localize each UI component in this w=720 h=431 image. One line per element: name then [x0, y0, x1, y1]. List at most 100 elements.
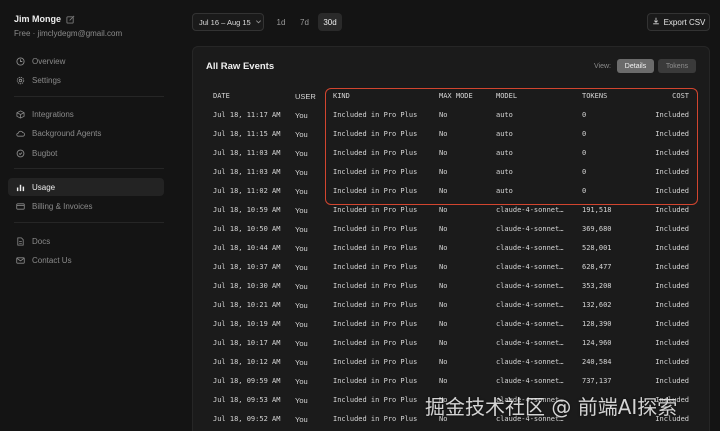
table-row[interactable]: Jul 18, 10:30 AM You Included in Pro Plus N…: [206, 282, 696, 301]
cell-model: auto: [496, 111, 513, 119]
range-button-1d[interactable]: 1d: [272, 13, 290, 31]
cell-user: You: [295, 339, 308, 348]
cell-kind: Included in Pro Plus: [333, 111, 418, 119]
cell-tokens: 0: [582, 168, 587, 176]
cell-tokens: 128,390: [582, 320, 612, 328]
table-row[interactable]: Jul 18, 10:21 AM You Included in Pro Plus N…: [206, 301, 696, 320]
table-row[interactable]: Jul 18, 10:59 AM You Included in Pro Plus N…: [206, 206, 696, 225]
cell-max-mode: No: [439, 263, 448, 271]
cell-model: claude-4-sonnet…: [496, 377, 564, 385]
sidebar-item-bugbot[interactable]: Bugbot: [8, 144, 164, 162]
cell-tokens: 737,137: [582, 377, 612, 385]
sidebar-item-label: Background Agents: [32, 129, 102, 138]
header-cost[interactable]: COST: [672, 92, 689, 100]
cell-user: You: [295, 111, 308, 120]
header-date[interactable]: DATE: [213, 92, 230, 100]
table-row[interactable]: Jul 18, 11:03 AM You Included in Pro Plus N…: [206, 149, 696, 168]
cell-user: You: [295, 130, 308, 139]
header-tokens[interactable]: TOKENS: [582, 92, 607, 100]
sidebar-item-label: Docs: [32, 236, 51, 246]
cell-user: You: [295, 263, 308, 272]
cell-date: Jul 18, 09:53 AM: [213, 396, 281, 404]
sidebar-item-docs[interactable]: Docs: [8, 232, 164, 250]
download-icon: [652, 17, 660, 27]
sidebar-item-integrations[interactable]: Integrations: [8, 105, 164, 123]
cell-user: You: [295, 149, 308, 158]
cell-date: Jul 18, 10:21 AM: [213, 301, 281, 309]
nav-group-main: Overview Settings: [8, 52, 164, 91]
table-header: DATE USER KIND MAX MODE MODEL TOKENS COS…: [206, 92, 696, 111]
export-csv-button[interactable]: Export CSV: [647, 13, 710, 31]
header-model[interactable]: MODEL: [496, 92, 517, 100]
table-row[interactable]: Jul 18, 10:44 AM You Included in Pro Plus N…: [206, 244, 696, 263]
table-row[interactable]: Jul 18, 11:15 AM You Included in Pro Plus N…: [206, 130, 696, 149]
sidebar-divider: [14, 168, 164, 169]
cell-date: Jul 18, 09:52 AM: [213, 415, 281, 423]
cell-user: You: [295, 358, 308, 367]
cell-kind: Included in Pro Plus: [333, 244, 418, 252]
sidebar-item-billing[interactable]: Billing & Invoices: [8, 198, 164, 216]
user-name: Jim Monge: [14, 14, 62, 24]
sidebar-divider: [14, 222, 164, 223]
cell-date: Jul 18, 10:50 AM: [213, 225, 281, 233]
cell-max-mode: No: [439, 339, 448, 347]
cell-max-mode: No: [439, 377, 448, 385]
cell-model: auto: [496, 187, 513, 195]
date-range-picker[interactable]: Jul 16 – Aug 15: [192, 13, 264, 31]
cell-user: You: [295, 244, 308, 253]
date-range-value: Jul 16 – Aug 15: [199, 17, 251, 27]
cell-max-mode: No: [439, 358, 448, 366]
cell-tokens: 369,680: [582, 225, 612, 233]
gear-icon: [16, 76, 25, 85]
cell-cost: Included: [655, 263, 689, 271]
range-button-7d[interactable]: 7d: [295, 13, 314, 31]
cell-date: Jul 18, 10:59 AM: [213, 206, 281, 214]
cell-date: Jul 18, 10:12 AM: [213, 358, 281, 366]
cell-kind: Included in Pro Plus: [333, 282, 418, 290]
view-details-button[interactable]: Details: [617, 59, 654, 73]
sidebar-item-settings[interactable]: Settings: [8, 72, 164, 90]
cell-cost: Included: [655, 358, 689, 366]
sidebar-item-overview[interactable]: Overview: [8, 52, 164, 70]
table-row[interactable]: Jul 18, 10:37 AM You Included in Pro Plus N…: [206, 263, 696, 282]
cell-date: Jul 18, 10:37 AM: [213, 263, 281, 271]
table-row[interactable]: Jul 18, 11:02 AM You Included in Pro Plus N…: [206, 187, 696, 206]
range-button-30d[interactable]: 30d: [318, 13, 342, 31]
sidebar-item-label: Contact Us: [32, 256, 72, 265]
user-block: Jim Monge Free · jimclydegm@gmail.com: [14, 14, 122, 38]
cell-model: claude-4-sonnet…: [496, 301, 564, 309]
cell-cost: Included: [655, 320, 689, 328]
cell-date: Jul 18, 11:03 AM: [213, 168, 281, 176]
table-row[interactable]: Jul 18, 10:19 AM You Included in Pro Plus N…: [206, 320, 696, 339]
card-icon: [16, 202, 25, 211]
events-table: DATE USER KIND MAX MODE MODEL TOKENS COS…: [206, 92, 696, 431]
header-kind[interactable]: KIND: [333, 92, 350, 100]
sidebar-item-contact[interactable]: Contact Us: [8, 252, 164, 270]
cell-model: claude-4-sonnet…: [496, 282, 564, 290]
header-max-mode[interactable]: MAX MODE: [439, 92, 473, 100]
sidebar-item-background-agents[interactable]: Background Agents: [8, 125, 164, 143]
sidebar: Jim Monge Free · jimclydegm@gmail.com Ov…: [0, 0, 172, 431]
table-row[interactable]: Jul 18, 11:03 AM You Included in Pro Plus N…: [206, 168, 696, 187]
cloud-icon: [16, 129, 25, 138]
cell-max-mode: No: [439, 301, 448, 309]
header-user[interactable]: USER: [295, 92, 316, 101]
bug-icon: [16, 149, 25, 158]
export-csv-label: Export CSV: [663, 17, 706, 27]
cell-user: You: [295, 206, 308, 215]
nav-group-tools: Integrations Background Agents Bugbot: [8, 105, 164, 164]
cell-cost: Included: [655, 111, 689, 119]
cell-model: claude-4-sonnet…: [496, 263, 564, 271]
view-tokens-button[interactable]: Tokens: [658, 59, 696, 73]
cell-user: You: [295, 301, 308, 310]
table-row[interactable]: Jul 18, 10:12 AM You Included in Pro Plus N…: [206, 358, 696, 377]
cell-user: You: [295, 282, 308, 291]
document-icon: [16, 236, 25, 246]
table-row[interactable]: Jul 18, 10:50 AM You Included in Pro Plus N…: [206, 225, 696, 244]
cell-cost: Included: [655, 168, 689, 176]
sidebar-item-usage[interactable]: Usage: [8, 178, 164, 196]
clock-icon: [16, 56, 25, 66]
table-row[interactable]: Jul 18, 10:17 AM You Included in Pro Plus N…: [206, 339, 696, 358]
edit-icon[interactable]: [66, 15, 75, 24]
table-row[interactable]: Jul 18, 11:17 AM You Included in Pro Plus N…: [206, 111, 696, 130]
